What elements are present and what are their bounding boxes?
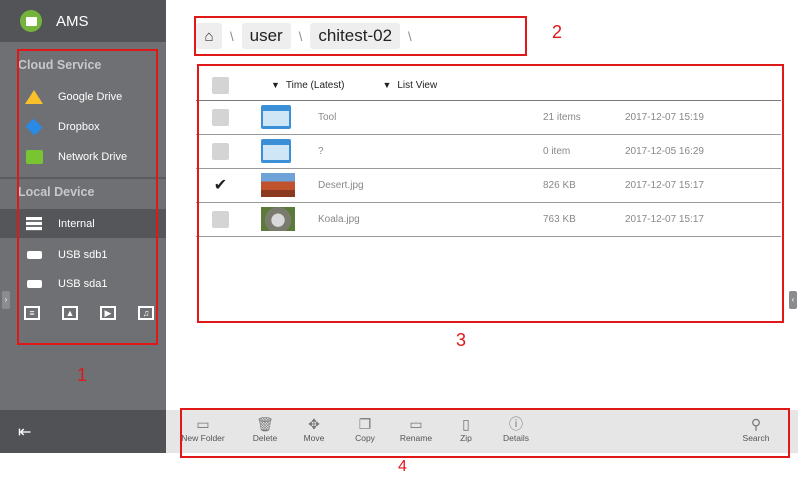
exit-button[interactable]: ⇤ — [0, 410, 166, 453]
sidebar-header: AMS — [0, 0, 166, 42]
right-panel-handle[interactable]: ‹ — [789, 291, 797, 309]
annotation-box-2 — [194, 16, 527, 56]
annotation-box-4 — [180, 408, 790, 458]
annotation-number-2: 2 — [552, 22, 563, 42]
annotation-box-1 — [17, 49, 158, 345]
annotation-number-4: 4 — [398, 458, 407, 475]
annotation-number-1: 1 — [77, 365, 88, 385]
exit-icon: ⇤ — [18, 423, 32, 441]
sidebar-expand-handle[interactable]: › — [2, 291, 10, 309]
annotation-number-3: 3 — [456, 330, 467, 350]
annotation-box-3 — [197, 64, 784, 323]
app-title: AMS — [56, 12, 89, 30]
ams-app: AMS Cloud Service Google Drive Dropbox N… — [0, 0, 798, 477]
ams-logo-icon — [20, 10, 42, 32]
